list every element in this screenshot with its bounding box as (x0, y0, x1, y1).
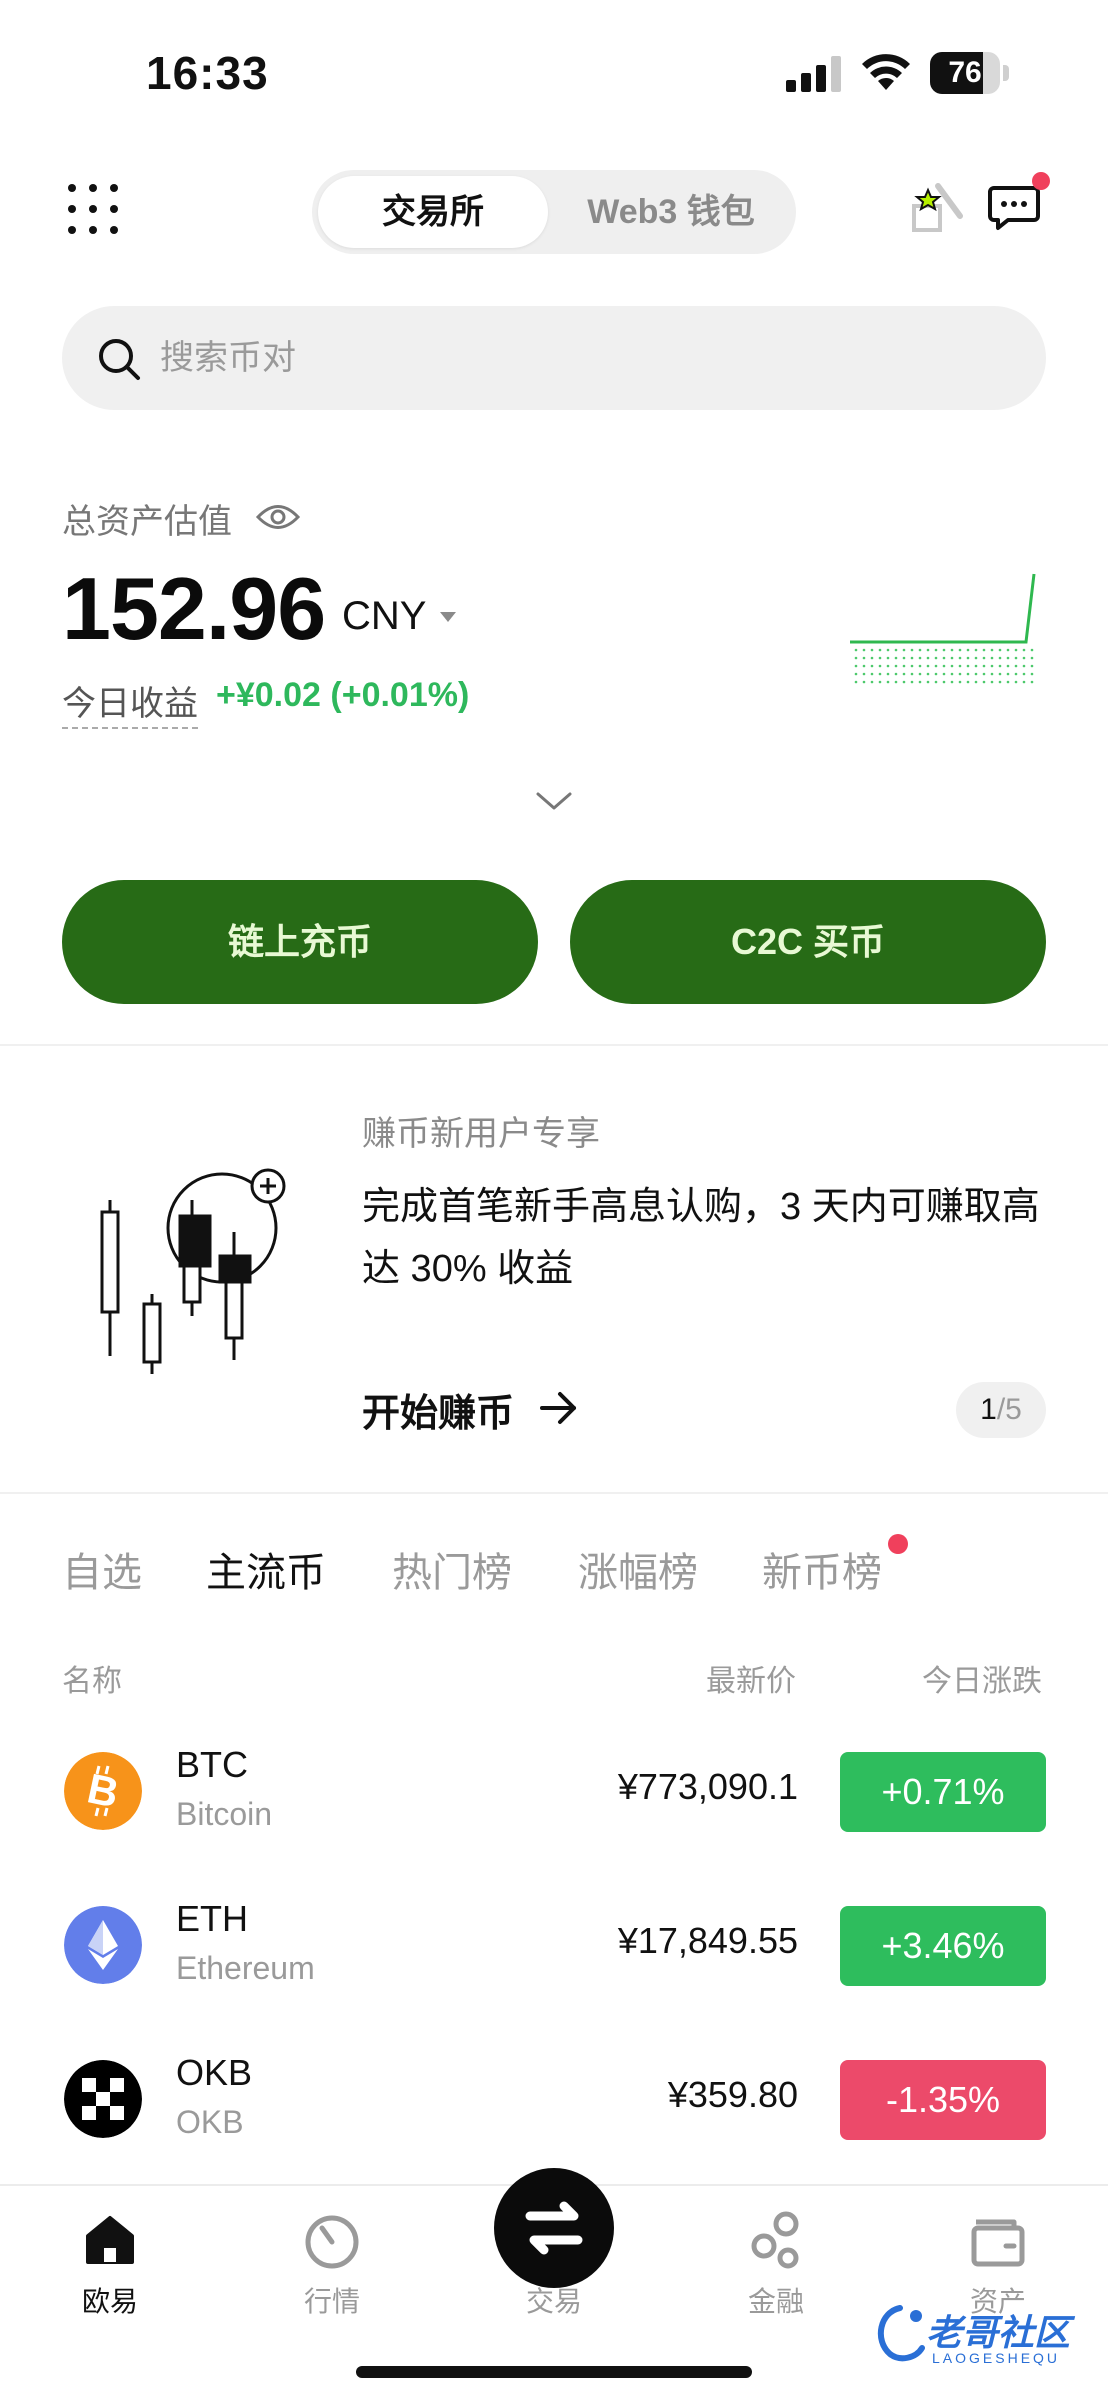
coin-name: OKB (176, 2104, 244, 2140)
column-price[interactable]: 最新价 (706, 1656, 796, 1700)
trade-button[interactable] (494, 2168, 614, 2288)
coin-row-btc[interactable]: B BTC Bitcoin ¥773,090.1 +0.71% (0, 1714, 1108, 1868)
caret-down-icon[interactable] (440, 612, 456, 622)
status-time: 16:33 (146, 47, 269, 99)
status-bar: 16:33 76 (0, 0, 1108, 140)
coin-price: ¥359.80 (667, 2074, 798, 2115)
menu-grid-icon[interactable] (66, 182, 120, 236)
currency-selector[interactable]: CNY (342, 594, 426, 639)
ethereum-icon (64, 1906, 142, 1984)
coin-row-eth[interactable]: ETH Ethereum ¥17,849.55 +3.46% (0, 1868, 1108, 2022)
battery-icon: 76 (930, 52, 1010, 94)
search-icon (99, 339, 140, 380)
new-listings-dot (888, 1534, 908, 1554)
promo-subtitle: 赚币新用户专享 (362, 1115, 600, 1153)
coin-symbol: BTC (176, 1744, 248, 1785)
search-bar[interactable] (62, 306, 1046, 410)
bitcoin-icon: B (64, 1752, 142, 1830)
wallet-icon (971, 2219, 1025, 2267)
tab-new-listings[interactable]: 新币榜 (762, 1540, 882, 1598)
deposit-onchain-button[interactable]: 链上充币 (62, 880, 538, 1004)
coin-price: ¥17,849.55 (617, 1920, 798, 1961)
community-watermark: 老哥社区 LAOGESHEQU (870, 2300, 1098, 2374)
coin-price: ¥773,090.1 (617, 1766, 798, 1807)
battery-level: 76 (948, 56, 982, 89)
wifi-icon (862, 54, 910, 90)
nav-market[interactable]: 行情 (262, 2208, 402, 2320)
section-divider (0, 1492, 1108, 1494)
dragon-logo-icon (878, 2305, 925, 2362)
section-divider (0, 1044, 1108, 1046)
finance-icon (751, 2211, 799, 2269)
promo-title[interactable]: 完成首笔新手高息认购，3 天内可赚取高达 30% 收益 (362, 1176, 1042, 1300)
messages-icon[interactable] (988, 180, 1040, 232)
start-earning-link[interactable]: 开始赚币 (362, 1382, 514, 1437)
column-name: 名称 (62, 1665, 122, 1698)
total-assets-value: 152.96 (62, 559, 326, 658)
home-icon (86, 2216, 134, 2264)
coin-change-badge[interactable]: -1.35% (840, 2060, 1046, 2140)
eye-icon[interactable] (256, 500, 300, 534)
market-icon (305, 2215, 359, 2269)
coin-row-okb[interactable]: OKB OKB ¥359.80 -1.35% (0, 2022, 1108, 2176)
coin-symbol: OKB (176, 2052, 253, 2093)
search-input[interactable] (160, 306, 960, 410)
home-indicator[interactable] (356, 2366, 752, 2378)
coin-name: Ethereum (176, 1950, 315, 1986)
tab-web3-wallet[interactable]: Web3 钱包 (552, 176, 790, 248)
today-pnl-value: +¥0.02 (+0.01%) (216, 676, 470, 714)
column-change[interactable]: 今日涨跌 (922, 1656, 1042, 1700)
coin-symbol: ETH (176, 1898, 248, 1939)
nav-finance[interactable]: 金融 (706, 2208, 846, 2320)
arrow-right-icon[interactable] (538, 1388, 580, 1428)
c2c-buy-button[interactable]: C2C 买币 (570, 880, 1046, 1004)
exchange-wallet-switch: 交易所 Web3 钱包 (312, 170, 796, 254)
assets-sparkline (850, 573, 1036, 684)
tab-favorites[interactable]: 自选 (62, 1540, 142, 1598)
okb-icon (64, 2060, 142, 2138)
tab-gainers[interactable]: 涨幅榜 (578, 1540, 698, 1598)
tab-exchange[interactable]: 交易所 (318, 176, 548, 248)
messages-unread-dot (1032, 172, 1050, 190)
nav-home[interactable]: 欧易 (40, 2208, 180, 2320)
candlestick-illustration-icon (100, 1168, 286, 1374)
coin-change-badge[interactable]: +0.71% (840, 1752, 1046, 1832)
tab-hot[interactable]: 热门榜 (392, 1540, 512, 1598)
total-assets-label: 总资产估值 (62, 503, 232, 541)
swap-icon (525, 2201, 583, 2255)
cellular-signal-icon (786, 56, 841, 92)
nav-trade[interactable]: 交易 (484, 2168, 624, 2320)
coin-change-badge[interactable]: +3.46% (840, 1906, 1046, 1986)
today-pnl-label[interactable]: 今日收益 (62, 676, 198, 729)
chevron-down-icon[interactable] (532, 786, 576, 816)
tab-mainstream[interactable]: 主流币 (206, 1540, 326, 1598)
rewards-icon[interactable] (908, 176, 970, 238)
promo-pager: 1/5 (956, 1382, 1046, 1438)
coin-name: Bitcoin (176, 1796, 273, 1832)
